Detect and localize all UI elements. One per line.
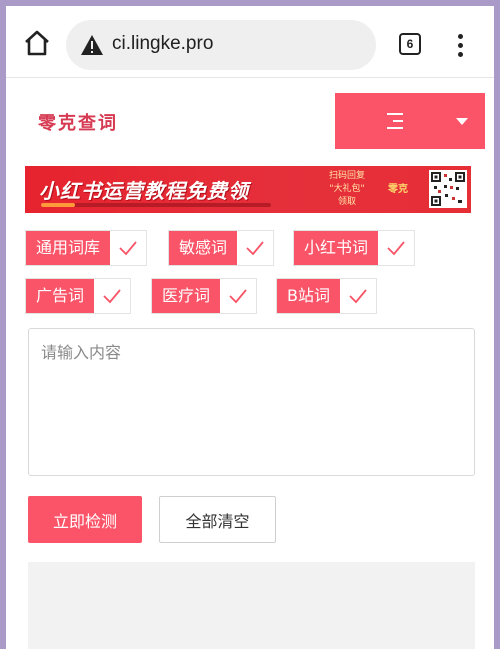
home-icon[interactable] xyxy=(22,28,52,58)
chip-general[interactable]: 通用词库 xyxy=(25,230,148,266)
banner-decor-bar xyxy=(41,203,271,207)
browser-window: ci.lingke.pro 6 零克查词 小红书运营教程免费领 扫码回复 "大礼… xyxy=(6,6,494,649)
banner-cta-line: 扫码回复 xyxy=(328,171,365,181)
chip-medical[interactable]: 医疗词 xyxy=(151,278,258,314)
chip-label: 小红书词 xyxy=(294,231,379,265)
chip-label: 通用词库 xyxy=(26,231,111,265)
chip-label: 敏感词 xyxy=(169,231,238,265)
warning-icon[interactable] xyxy=(80,34,104,56)
chip-label: 广告词 xyxy=(26,279,95,313)
banner-cta-line: 领取 xyxy=(337,197,356,207)
result-panel xyxy=(28,562,475,649)
clear-all-button[interactable]: 全部清空 xyxy=(159,496,276,543)
chip-label: B站词 xyxy=(277,279,340,313)
checkmark-icon[interactable] xyxy=(378,231,414,265)
checkmark-icon[interactable] xyxy=(340,279,376,313)
checkmark-icon[interactable] xyxy=(237,231,273,265)
promo-banner[interactable]: 小红书运营教程免费领 扫码回复 "大礼包" 领取 零克 xyxy=(25,166,471,213)
content-input[interactable] xyxy=(28,328,475,476)
site-logo[interactable]: 零克查词 xyxy=(38,109,118,135)
banner-cta: 扫码回复 "大礼包" 领取 xyxy=(319,170,375,209)
checkmark-icon[interactable] xyxy=(110,231,146,265)
browser-toolbar: ci.lingke.pro 6 xyxy=(6,6,494,78)
tab-switcher-button[interactable]: 6 xyxy=(399,33,421,55)
address-bar[interactable]: ci.lingke.pro xyxy=(66,20,376,70)
qr-code-image xyxy=(429,170,467,208)
checkmark-icon[interactable] xyxy=(220,279,256,313)
browser-menu-icon[interactable] xyxy=(450,32,470,58)
detect-button[interactable]: 立即检测 xyxy=(28,496,142,543)
hamburger-icon xyxy=(387,113,407,129)
nav-menu-button[interactable] xyxy=(335,93,485,149)
chip-xiaohongshu[interactable]: 小红书词 xyxy=(293,230,416,266)
banner-title: 小红书运营教程免费领 xyxy=(39,179,249,203)
url-text[interactable]: ci.lingke.pro xyxy=(112,33,213,55)
caret-down-icon xyxy=(456,118,468,125)
chip-sensitive[interactable]: 敏感词 xyxy=(168,230,275,266)
chip-label: 医疗词 xyxy=(152,279,221,313)
banner-brand: 零克 xyxy=(388,184,408,195)
chip-advertising[interactable]: 广告词 xyxy=(25,278,132,314)
banner-cta-line: "大礼包" xyxy=(329,184,365,194)
chip-bilibili[interactable]: B站词 xyxy=(276,278,377,314)
checkmark-icon[interactable] xyxy=(94,279,130,313)
